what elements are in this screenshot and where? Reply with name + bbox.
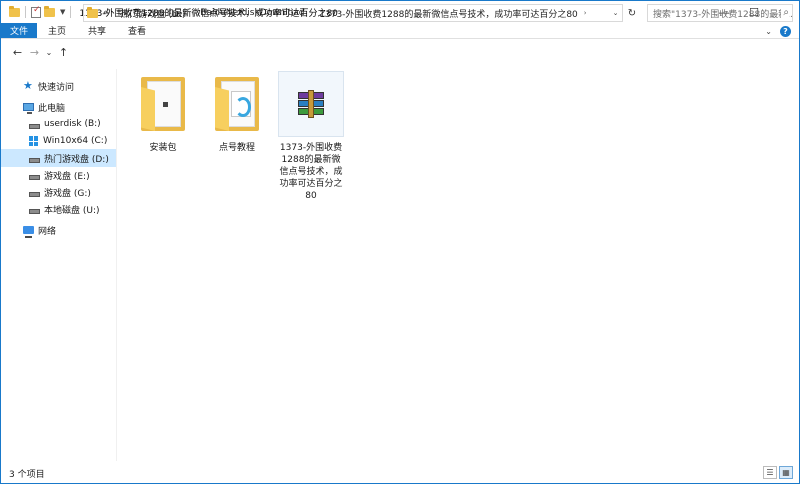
explorer-window: ▼ 1373-外围收费1288的最新微信点号技术，成功率可达百分之80 — ☐ … <box>0 0 800 484</box>
sidebar-item-label: 快速访问 <box>38 82 75 93</box>
chevron-right-icon[interactable]: › <box>310 9 313 17</box>
folder-icon <box>141 77 185 131</box>
sidebar-item-drive-e[interactable]: 游戏盘 (E:) <box>1 166 116 184</box>
ribbon-tabs: 文件 主页 共享 查看 ⌄ ? <box>1 23 799 39</box>
recent-locations-button[interactable]: ⌄ <box>43 44 55 62</box>
expand-ribbon-icon[interactable]: ⌄ <box>765 27 772 36</box>
address-history-dropdown[interactable]: ⌄ <box>609 4 623 22</box>
divider <box>70 6 72 18</box>
list-item[interactable]: 安装包 <box>130 71 196 154</box>
item-count: 3 个项目 <box>9 469 45 480</box>
tab-share[interactable]: 共享 <box>77 23 117 38</box>
status-bar: 3 个项目 ☰ ▦ <box>1 463 799 483</box>
properties-icon[interactable] <box>31 5 41 18</box>
search-placeholder: 搜索"1373-外围收费1288的最新... <box>653 9 793 20</box>
sidebar-item-label: 此电脑 <box>38 103 66 114</box>
file-list: 安装包 点号教程 1373-外围收费1288的最新微信点号技术，成功率可达百分之… <box>118 69 799 461</box>
up-button[interactable]: ↑ <box>55 44 72 62</box>
help-icon[interactable]: ? <box>780 25 791 37</box>
computer-icon <box>23 103 34 114</box>
sidebar-item-label: 网络 <box>38 226 57 237</box>
refresh-button[interactable]: ↻ <box>625 4 639 22</box>
back-button[interactable]: ← <box>9 44 26 62</box>
drive-icon <box>29 208 40 214</box>
file-name: 点号教程 <box>218 143 255 153</box>
tab-file[interactable]: 文件 <box>1 23 38 38</box>
sidebar-item-label: 热门游戏盘 (D:) <box>44 154 109 165</box>
sidebar-item-label: 游戏盘 (G:) <box>44 188 91 199</box>
sidebar-item-drive-u[interactable]: 本地磁盘 (U:) <box>1 200 116 218</box>
chevron-right-icon[interactable]: › <box>584 9 587 17</box>
tab-home[interactable]: 主页 <box>37 23 77 38</box>
search-input[interactable]: 搜索"1373-外围收费1288的最新... ⌕ <box>647 4 793 22</box>
folder-thumbnail <box>204 71 270 137</box>
tab-view[interactable]: 查看 <box>117 23 157 38</box>
quick-access-toolbar: ▼ <box>1 1 73 23</box>
sidebar-item-network[interactable]: 网络 <box>1 221 116 239</box>
list-item[interactable]: 点号教程 <box>204 71 270 154</box>
large-icons-view-icon[interactable]: ▦ <box>779 466 793 479</box>
folder-thumbnail <box>130 71 196 137</box>
sidebar-item-drive-c[interactable]: Win10x64 (C:) <box>1 132 116 150</box>
archive-thumbnail <box>278 71 344 137</box>
address-bar[interactable]: « 热门游戏盘 (D:) › BaiduNetdiskDownload › 13… <box>83 4 623 22</box>
rar-archive-icon <box>298 90 324 118</box>
ribbon-right: ⌄ ? <box>765 24 791 38</box>
file-name: 1373-外围收费1288的最新微信点号技术，成功率可达百分之80 <box>279 143 343 201</box>
details-view-icon[interactable]: ☰ <box>763 466 777 479</box>
sidebar-item-drive-d[interactable]: 热门游戏盘 (D:) <box>1 149 116 167</box>
folder-icon <box>87 6 98 18</box>
sidebar-item-label: userdisk (B:) <box>44 119 101 129</box>
navigation-bar: ← → ⌄ ↑ <box>1 40 799 65</box>
star-icon: ★ <box>23 79 33 92</box>
breadcrumb-current[interactable]: 1373-外围收费1288的最新微信点号技术，成功率可达百分之80 <box>319 7 578 20</box>
drive-icon <box>29 123 40 129</box>
customize-toolbar-icon[interactable]: ▼ <box>60 8 65 16</box>
sidebar-item-quick-access[interactable]: ★ 快速访问 <box>1 77 116 95</box>
new-folder-icon[interactable] <box>44 5 55 17</box>
breadcrumb-drive[interactable]: 热门游戏盘 (D:) <box>121 7 186 20</box>
drive-icon <box>29 174 40 180</box>
sidebar-item-label: 游戏盘 (E:) <box>44 171 90 182</box>
sidebar-item-label: 本地磁盘 (U:) <box>44 205 100 216</box>
drive-icon <box>29 157 40 163</box>
chevron-right-icon[interactable]: › <box>191 9 194 17</box>
file-name: 安装包 <box>149 143 177 153</box>
sidebar-item-this-pc[interactable]: 此电脑 <box>1 98 116 116</box>
list-item[interactable]: 1373-外围收费1288的最新微信点号技术，成功率可达百分之80 <box>278 71 344 202</box>
breadcrumb-download[interactable]: BaiduNetdiskDownload <box>200 8 304 18</box>
divider <box>25 6 26 18</box>
sidebar-item-drive-b[interactable]: userdisk (B:) <box>1 115 116 133</box>
windows-drive-icon <box>29 136 39 146</box>
network-icon <box>23 226 34 238</box>
sidebar-item-drive-g[interactable]: 游戏盘 (G:) <box>1 183 116 201</box>
sidebar-item-label: Win10x64 (C:) <box>43 136 108 146</box>
folder-icon <box>215 77 259 131</box>
view-switcher: ☰ ▦ <box>763 466 793 479</box>
forward-button[interactable]: → <box>26 44 43 62</box>
folder-icon <box>9 5 20 17</box>
breadcrumb-overflow[interactable]: « <box>103 8 109 18</box>
drive-icon <box>29 191 40 197</box>
navigation-pane: ★ 快速访问 此电脑 userdisk (B:) Win10x64 (C:) 热… <box>1 69 117 461</box>
search-icon: ⌕ <box>781 7 789 18</box>
